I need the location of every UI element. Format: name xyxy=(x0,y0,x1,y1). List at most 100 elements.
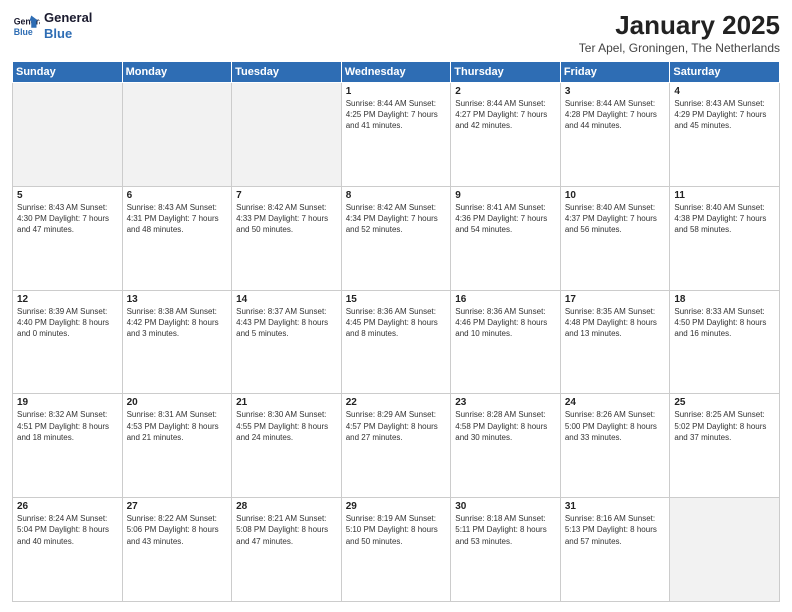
day-number: 18 xyxy=(674,294,775,305)
days-header-row: SundayMondayTuesdayWednesdayThursdayFrid… xyxy=(13,62,780,83)
calendar-cell: 1Sunrise: 8:44 AM Sunset: 4:25 PM Daylig… xyxy=(341,83,451,187)
day-number: 28 xyxy=(236,501,337,512)
calendar-cell: 21Sunrise: 8:30 AM Sunset: 4:55 PM Dayli… xyxy=(232,394,342,498)
cell-text: Sunrise: 8:41 AM Sunset: 4:36 PM Dayligh… xyxy=(455,202,556,236)
day-number: 29 xyxy=(346,501,447,512)
header: General Blue General Blue January 2025 T… xyxy=(12,10,780,55)
day-header-friday: Friday xyxy=(560,62,670,83)
cell-text: Sunrise: 8:22 AM Sunset: 5:06 PM Dayligh… xyxy=(127,513,228,547)
week-row-3: 12Sunrise: 8:39 AM Sunset: 4:40 PM Dayli… xyxy=(13,290,780,394)
calendar-cell: 14Sunrise: 8:37 AM Sunset: 4:43 PM Dayli… xyxy=(232,290,342,394)
calendar-cell: 19Sunrise: 8:32 AM Sunset: 4:51 PM Dayli… xyxy=(13,394,123,498)
day-number: 24 xyxy=(565,397,666,408)
day-number: 19 xyxy=(17,397,118,408)
week-row-1: 1Sunrise: 8:44 AM Sunset: 4:25 PM Daylig… xyxy=(13,83,780,187)
cell-text: Sunrise: 8:40 AM Sunset: 4:37 PM Dayligh… xyxy=(565,202,666,236)
calendar-cell: 9Sunrise: 8:41 AM Sunset: 4:36 PM Daylig… xyxy=(451,186,561,290)
cell-text: Sunrise: 8:43 AM Sunset: 4:31 PM Dayligh… xyxy=(127,202,228,236)
calendar-cell: 11Sunrise: 8:40 AM Sunset: 4:38 PM Dayli… xyxy=(670,186,780,290)
calendar-cell: 2Sunrise: 8:44 AM Sunset: 4:27 PM Daylig… xyxy=(451,83,561,187)
day-number: 17 xyxy=(565,294,666,305)
calendar-cell: 17Sunrise: 8:35 AM Sunset: 4:48 PM Dayli… xyxy=(560,290,670,394)
cell-text: Sunrise: 8:33 AM Sunset: 4:50 PM Dayligh… xyxy=(674,306,775,340)
svg-text:Blue: Blue xyxy=(14,26,33,36)
cell-text: Sunrise: 8:44 AM Sunset: 4:28 PM Dayligh… xyxy=(565,98,666,132)
logo: General Blue General Blue xyxy=(12,10,92,41)
page: General Blue General Blue January 2025 T… xyxy=(0,0,792,612)
cell-text: Sunrise: 8:24 AM Sunset: 5:04 PM Dayligh… xyxy=(17,513,118,547)
cell-text: Sunrise: 8:44 AM Sunset: 4:27 PM Dayligh… xyxy=(455,98,556,132)
cell-text: Sunrise: 8:42 AM Sunset: 4:33 PM Dayligh… xyxy=(236,202,337,236)
calendar-cell: 7Sunrise: 8:42 AM Sunset: 4:33 PM Daylig… xyxy=(232,186,342,290)
calendar-cell: 15Sunrise: 8:36 AM Sunset: 4:45 PM Dayli… xyxy=(341,290,451,394)
cell-text: Sunrise: 8:43 AM Sunset: 4:29 PM Dayligh… xyxy=(674,98,775,132)
calendar-cell: 10Sunrise: 8:40 AM Sunset: 4:37 PM Dayli… xyxy=(560,186,670,290)
logo-icon: General Blue xyxy=(12,12,40,40)
calendar-cell: 13Sunrise: 8:38 AM Sunset: 4:42 PM Dayli… xyxy=(122,290,232,394)
cell-text: Sunrise: 8:36 AM Sunset: 4:46 PM Dayligh… xyxy=(455,306,556,340)
day-number: 27 xyxy=(127,501,228,512)
day-header-saturday: Saturday xyxy=(670,62,780,83)
calendar-cell: 12Sunrise: 8:39 AM Sunset: 4:40 PM Dayli… xyxy=(13,290,123,394)
cell-text: Sunrise: 8:30 AM Sunset: 4:55 PM Dayligh… xyxy=(236,409,337,443)
cell-text: Sunrise: 8:43 AM Sunset: 4:30 PM Dayligh… xyxy=(17,202,118,236)
cell-text: Sunrise: 8:25 AM Sunset: 5:02 PM Dayligh… xyxy=(674,409,775,443)
cell-text: Sunrise: 8:42 AM Sunset: 4:34 PM Dayligh… xyxy=(346,202,447,236)
day-number: 21 xyxy=(236,397,337,408)
cell-text: Sunrise: 8:18 AM Sunset: 5:11 PM Dayligh… xyxy=(455,513,556,547)
cell-text: Sunrise: 8:31 AM Sunset: 4:53 PM Dayligh… xyxy=(127,409,228,443)
day-number: 2 xyxy=(455,86,556,97)
calendar-cell: 8Sunrise: 8:42 AM Sunset: 4:34 PM Daylig… xyxy=(341,186,451,290)
day-number: 7 xyxy=(236,190,337,201)
calendar-cell: 20Sunrise: 8:31 AM Sunset: 4:53 PM Dayli… xyxy=(122,394,232,498)
calendar-subtitle: Ter Apel, Groningen, The Netherlands xyxy=(579,41,780,55)
day-number: 3 xyxy=(565,86,666,97)
day-number: 5 xyxy=(17,190,118,201)
calendar-cell xyxy=(122,83,232,187)
calendar-cell: 18Sunrise: 8:33 AM Sunset: 4:50 PM Dayli… xyxy=(670,290,780,394)
day-number: 30 xyxy=(455,501,556,512)
day-header-tuesday: Tuesday xyxy=(232,62,342,83)
calendar-cell: 26Sunrise: 8:24 AM Sunset: 5:04 PM Dayli… xyxy=(13,498,123,602)
day-header-thursday: Thursday xyxy=(451,62,561,83)
calendar-cell: 23Sunrise: 8:28 AM Sunset: 4:58 PM Dayli… xyxy=(451,394,561,498)
calendar-cell: 5Sunrise: 8:43 AM Sunset: 4:30 PM Daylig… xyxy=(13,186,123,290)
calendar-cell: 29Sunrise: 8:19 AM Sunset: 5:10 PM Dayli… xyxy=(341,498,451,602)
day-number: 10 xyxy=(565,190,666,201)
cell-text: Sunrise: 8:32 AM Sunset: 4:51 PM Dayligh… xyxy=(17,409,118,443)
calendar-cell: 28Sunrise: 8:21 AM Sunset: 5:08 PM Dayli… xyxy=(232,498,342,602)
calendar-cell: 31Sunrise: 8:16 AM Sunset: 5:13 PM Dayli… xyxy=(560,498,670,602)
cell-text: Sunrise: 8:21 AM Sunset: 5:08 PM Dayligh… xyxy=(236,513,337,547)
day-number: 6 xyxy=(127,190,228,201)
calendar-cell: 6Sunrise: 8:43 AM Sunset: 4:31 PM Daylig… xyxy=(122,186,232,290)
cell-text: Sunrise: 8:44 AM Sunset: 4:25 PM Dayligh… xyxy=(346,98,447,132)
cell-text: Sunrise: 8:19 AM Sunset: 5:10 PM Dayligh… xyxy=(346,513,447,547)
day-number: 14 xyxy=(236,294,337,305)
day-number: 1 xyxy=(346,86,447,97)
cell-text: Sunrise: 8:35 AM Sunset: 4:48 PM Dayligh… xyxy=(565,306,666,340)
day-header-monday: Monday xyxy=(122,62,232,83)
day-number: 26 xyxy=(17,501,118,512)
cell-text: Sunrise: 8:38 AM Sunset: 4:42 PM Dayligh… xyxy=(127,306,228,340)
day-header-sunday: Sunday xyxy=(13,62,123,83)
day-header-wednesday: Wednesday xyxy=(341,62,451,83)
calendar-table: SundayMondayTuesdayWednesdayThursdayFrid… xyxy=(12,61,780,602)
day-number: 15 xyxy=(346,294,447,305)
week-row-4: 19Sunrise: 8:32 AM Sunset: 4:51 PM Dayli… xyxy=(13,394,780,498)
day-number: 13 xyxy=(127,294,228,305)
cell-text: Sunrise: 8:37 AM Sunset: 4:43 PM Dayligh… xyxy=(236,306,337,340)
calendar-cell: 24Sunrise: 8:26 AM Sunset: 5:00 PM Dayli… xyxy=(560,394,670,498)
week-row-5: 26Sunrise: 8:24 AM Sunset: 5:04 PM Dayli… xyxy=(13,498,780,602)
day-number: 12 xyxy=(17,294,118,305)
cell-text: Sunrise: 8:16 AM Sunset: 5:13 PM Dayligh… xyxy=(565,513,666,547)
calendar-cell: 22Sunrise: 8:29 AM Sunset: 4:57 PM Dayli… xyxy=(341,394,451,498)
cell-text: Sunrise: 8:26 AM Sunset: 5:00 PM Dayligh… xyxy=(565,409,666,443)
day-number: 8 xyxy=(346,190,447,201)
week-row-2: 5Sunrise: 8:43 AM Sunset: 4:30 PM Daylig… xyxy=(13,186,780,290)
day-number: 9 xyxy=(455,190,556,201)
title-block: January 2025 Ter Apel, Groningen, The Ne… xyxy=(579,10,780,55)
cell-text: Sunrise: 8:28 AM Sunset: 4:58 PM Dayligh… xyxy=(455,409,556,443)
cell-text: Sunrise: 8:36 AM Sunset: 4:45 PM Dayligh… xyxy=(346,306,447,340)
day-number: 11 xyxy=(674,190,775,201)
calendar-cell xyxy=(232,83,342,187)
